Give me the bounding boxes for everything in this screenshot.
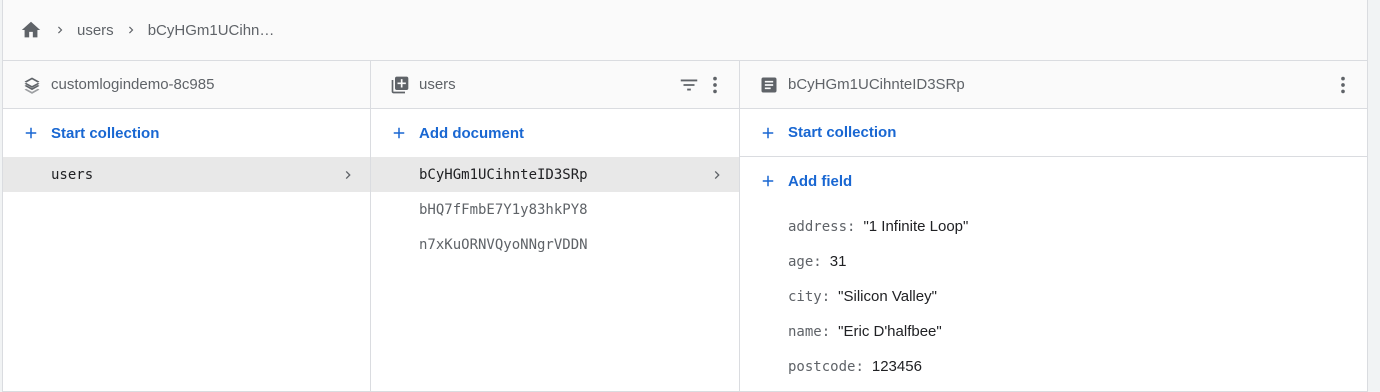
more-vert-icon[interactable] xyxy=(1331,73,1355,97)
field-row-name[interactable]: name: "Eric D'halfbee" xyxy=(740,314,1367,349)
collection-title: users xyxy=(419,76,456,93)
field-row-postcode[interactable]: postcode: 123456 xyxy=(740,349,1367,384)
field-key: city xyxy=(788,288,822,305)
chevron-right-icon xyxy=(43,23,77,37)
start-subcollection-button[interactable]: Start collection xyxy=(740,109,1367,157)
document-title: bCyHGm1UCihnteID3SRp xyxy=(788,76,965,93)
add-field-label: Add field xyxy=(788,172,853,190)
field-list: address: "1 Infinite Loop" age: 31 city:… xyxy=(740,205,1367,384)
start-collection-label: Start collection xyxy=(788,124,897,141)
collection-item-users[interactable]: users xyxy=(3,157,370,192)
collection-icon xyxy=(389,74,411,96)
field-colon: : xyxy=(855,358,864,375)
document-item[interactable]: n7xKuORNVQyoNNgrVDDN xyxy=(371,227,739,262)
field-colon: : xyxy=(821,323,831,340)
chevron-right-icon xyxy=(340,167,356,183)
add-document-label: Add document xyxy=(419,124,524,142)
field-colon: : xyxy=(847,218,856,235)
plus-icon xyxy=(21,123,41,143)
plus-icon xyxy=(758,123,778,143)
document-panel-header: bCyHGm1UCihnteID3SRp xyxy=(740,61,1367,109)
field-row-age[interactable]: age: 31 xyxy=(740,244,1367,279)
home-icon[interactable] xyxy=(19,18,43,42)
collection-panel: users Add document bCyHGm1UCihnteID3SRp xyxy=(371,61,740,391)
field-row-address[interactable]: address: "1 Infinite Loop" xyxy=(740,209,1367,244)
field-row-city[interactable]: city: "Silicon Valley" xyxy=(740,279,1367,314)
plus-icon xyxy=(389,123,409,143)
field-key: age xyxy=(788,253,814,270)
document-panel: bCyHGm1UCihnteID3SRp Start collection Ad… xyxy=(740,61,1367,391)
field-colon: : xyxy=(821,288,831,305)
plus-icon xyxy=(758,171,778,191)
firestore-stack-icon xyxy=(21,74,43,96)
collection-panel-header: users xyxy=(371,61,739,109)
filter-icon[interactable] xyxy=(677,73,701,97)
project-title: customlogindemo-8c985 xyxy=(51,76,215,93)
firestore-data-viewer: users bCyHGm1UCihn… customlogindemo-8c98… xyxy=(2,0,1368,392)
field-key: postcode xyxy=(788,358,856,375)
project-panel-header: customlogindemo-8c985 xyxy=(3,61,370,109)
start-collection-label: Start collection xyxy=(51,124,160,142)
field-value: 123456 xyxy=(871,358,922,375)
add-field-button[interactable]: Add field xyxy=(740,157,1367,205)
field-value: "Eric D'halfbee" xyxy=(838,323,942,340)
list-item-label: bHQ7fFmbE7Y1y83hkPY8 xyxy=(419,201,588,218)
breadcrumb: users bCyHGm1UCihn… xyxy=(3,0,1367,61)
field-key: name xyxy=(788,323,822,340)
more-vert-icon[interactable] xyxy=(703,73,727,97)
list-item-label: n7xKuORNVQyoNNgrVDDN xyxy=(419,236,588,253)
field-value: "Silicon Valley" xyxy=(838,288,937,305)
document-item[interactable]: bHQ7fFmbE7Y1y83hkPY8 xyxy=(371,192,739,227)
chevron-right-icon xyxy=(709,167,725,183)
field-value: "1 Infinite Loop" xyxy=(863,218,969,235)
document-item[interactable]: bCyHGm1UCihnteID3SRp xyxy=(371,157,739,192)
start-collection-button[interactable]: Start collection xyxy=(3,109,370,157)
chevron-right-icon xyxy=(114,23,148,37)
project-panel: customlogindemo-8c985 Start collection u… xyxy=(3,61,371,391)
breadcrumb-users[interactable]: users xyxy=(77,22,114,39)
field-value: 31 xyxy=(829,253,847,270)
field-key: address xyxy=(788,218,848,235)
list-item-label: bCyHGm1UCihnteID3SRp xyxy=(419,166,588,183)
document-icon xyxy=(758,74,780,96)
panels: customlogindemo-8c985 Start collection u… xyxy=(3,61,1367,391)
breadcrumb-document[interactable]: bCyHGm1UCihn… xyxy=(148,22,275,39)
field-colon: : xyxy=(813,253,822,270)
list-item-label: users xyxy=(51,166,94,183)
add-document-button[interactable]: Add document xyxy=(371,109,739,157)
